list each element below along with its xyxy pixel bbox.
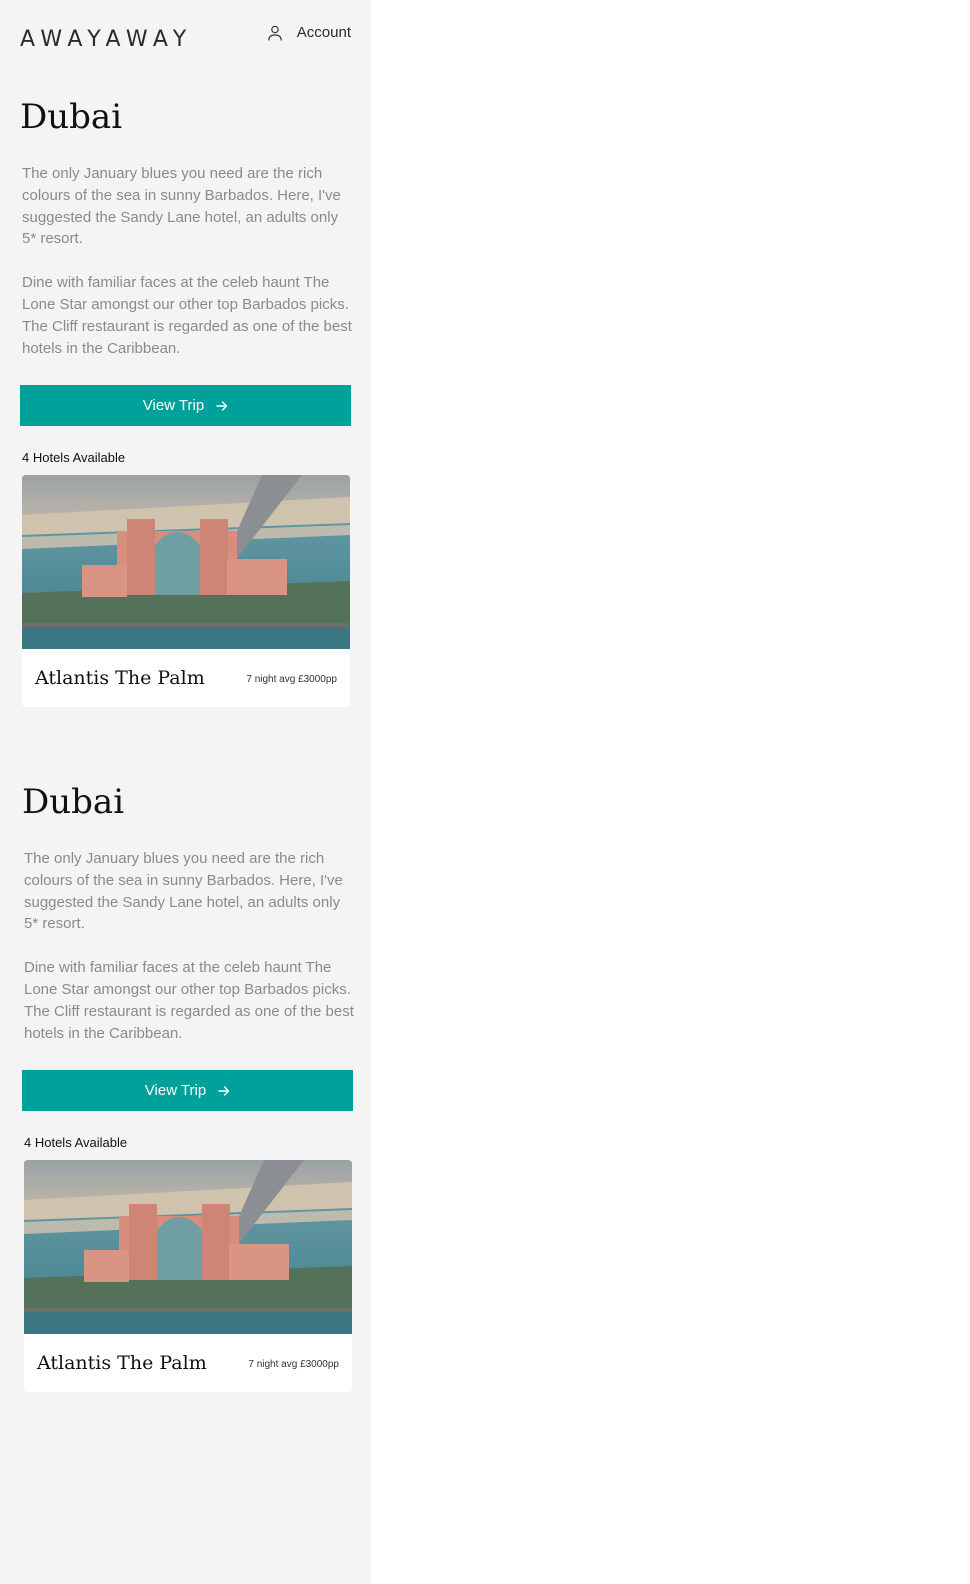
- arrow-right-icon: [216, 400, 228, 412]
- hotel-card[interactable]: Atlantis The Palm 7 night avg £3000pp: [22, 475, 350, 708]
- trip-description: The only January blues you need are the …: [24, 848, 354, 1044]
- description-paragraph: Dine with familiar faces at the celeb ha…: [22, 274, 352, 357]
- view-trip-button[interactable]: View Trip: [22, 1070, 353, 1112]
- logo[interactable]: AWAYAWAY: [20, 27, 193, 52]
- destination-title: Dubai: [20, 97, 123, 137]
- view-trip-button[interactable]: View Trip: [20, 385, 351, 427]
- hotels-available: 4 Hotels Available: [24, 1135, 128, 1151]
- view-trip-label: View Trip: [144, 1082, 207, 1100]
- hotel-photo: [24, 1160, 352, 1335]
- account-button[interactable]: Account: [267, 24, 351, 41]
- header: AWAYAWAY Account: [0, 0, 371, 80]
- user-icon: [267, 25, 283, 41]
- description-paragraph: The only January blues you need are the …: [24, 850, 343, 933]
- hotel-card[interactable]: Atlantis The Palm 7 night avg £3000pp: [24, 1160, 352, 1393]
- hotel-price: 7 night avg £3000pp: [248, 1359, 339, 1371]
- hotel-meta: Atlantis The Palm 7 night avg £3000pp: [24, 1334, 352, 1392]
- hotel-photo: [22, 475, 350, 650]
- view-trip-label: View Trip: [142, 397, 205, 415]
- trip-panel: AWAYAWAY Account Dubai The only January …: [0, 0, 371, 1584]
- hotel-name: Atlantis The Palm: [35, 667, 205, 690]
- arrow-right-icon: [218, 1085, 230, 1097]
- hotel-meta: Atlantis The Palm 7 night avg £3000pp: [22, 649, 350, 707]
- description-paragraph: Dine with familiar faces at the celeb ha…: [24, 959, 354, 1042]
- hotel-price: 7 night avg £3000pp: [246, 674, 337, 686]
- trip-section: Dubai The only January blues you need ar…: [22, 781, 354, 1393]
- hotels-available: 4 Hotels Available: [22, 450, 126, 466]
- description-paragraph: The only January blues you need are the …: [22, 165, 341, 248]
- trip-description: The only January blues you need are the …: [22, 163, 352, 359]
- hotel-name: Atlantis The Palm: [37, 1352, 207, 1375]
- account-label: Account: [296, 24, 351, 41]
- trip-section: Dubai The only January blues you need ar…: [20, 96, 352, 708]
- destination-title: Dubai: [22, 782, 125, 822]
